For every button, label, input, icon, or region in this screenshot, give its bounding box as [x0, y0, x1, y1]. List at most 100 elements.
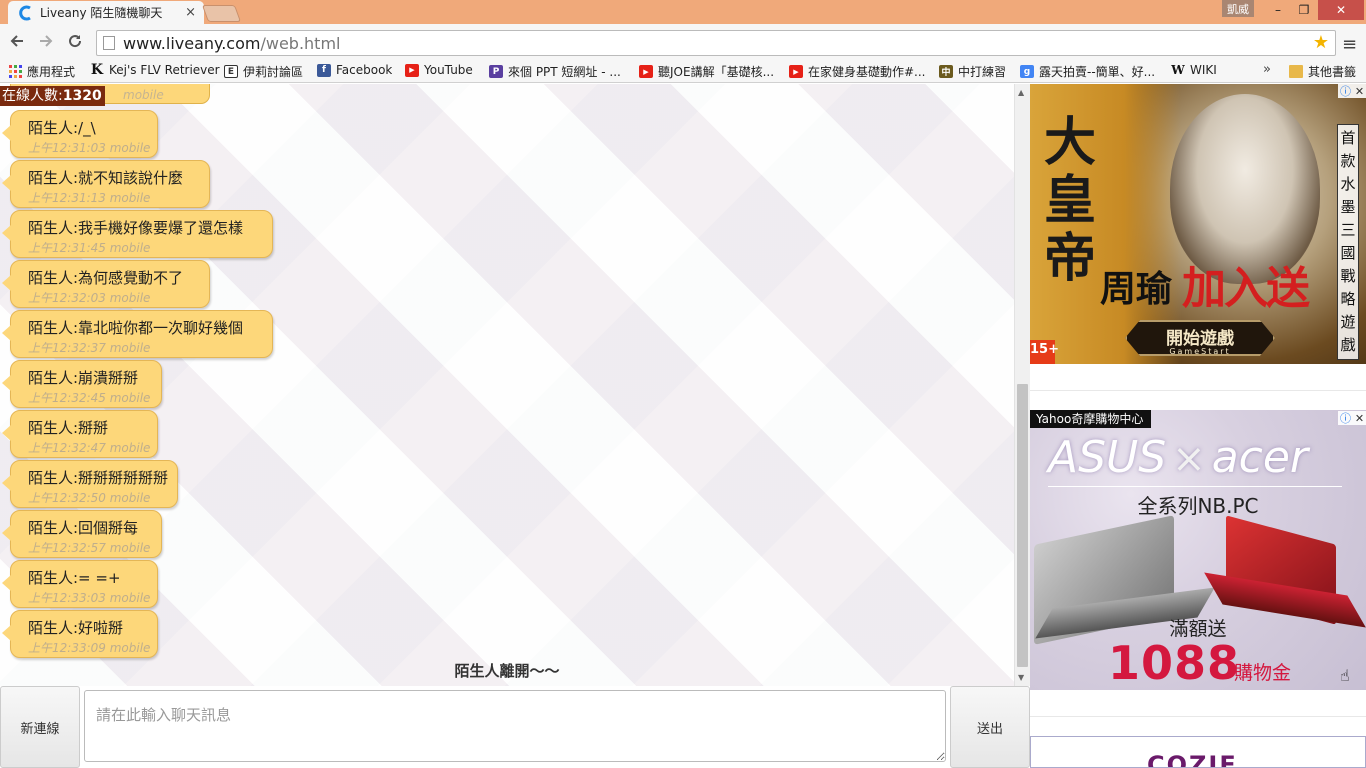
online-count-badge: 在線人數:1320	[0, 86, 105, 106]
bookmark-ruten[interactable]: g 露天拍賣--簡單、好...	[1020, 63, 1160, 80]
online-label: 在線人數:	[2, 88, 63, 104]
title-bar: Liveany 陌生隨機聊天 × 凱威 – ❐ ✕	[0, 0, 1366, 24]
message-text: 陌生人:就不知該說什麼	[28, 169, 184, 187]
message-time: 上午12:32:57 mobile	[28, 541, 151, 555]
scrollbar-thumb[interactable]	[1017, 384, 1028, 667]
game-ad-banner[interactable]: 大皇帝 周瑜 加入送 首款水墨三國戰略遊戲 開始遊戲 GameStart 15+	[1030, 84, 1366, 364]
message-text: 陌生人:好啦掰	[28, 619, 124, 637]
bookmark-star-icon[interactable]: ★	[1313, 32, 1329, 53]
ad-game-title: 大皇帝	[1044, 112, 1097, 289]
ad-choices-icon[interactable]: ⓘ ✕	[1338, 84, 1366, 98]
close-window-button[interactable]: ✕	[1318, 0, 1364, 20]
message-text: 陌生人:= =+	[28, 569, 121, 587]
back-arrow-icon[interactable]	[7, 31, 27, 51]
bookmark-facebook[interactable]: f Facebook	[317, 63, 392, 77]
browser-tab-active[interactable]: Liveany 陌生隨機聊天 ×	[8, 1, 204, 24]
new-tab-button[interactable]	[201, 5, 242, 22]
tab-title: Liveany 陌生隨機聊天	[40, 6, 163, 20]
message-time: 上午12:33:03 mobile	[28, 591, 151, 605]
message-time: 上午12:32:50 mobile	[28, 491, 151, 505]
chat-log[interactable]: mobile 在線人數:1320 陌生人:/_\ 上午12:31:03 mobi…	[0, 84, 1014, 686]
ad-highlight-text: 加入送	[1182, 263, 1310, 314]
scroll-down-arrow-icon[interactable]: ▼	[1018, 673, 1024, 682]
folder-icon	[1289, 65, 1303, 78]
message-text: 陌生人:回個掰每	[28, 519, 139, 537]
message-time: 上午12:31:03 mobile	[28, 141, 151, 155]
bookmark-label: 應用程式	[27, 65, 76, 79]
reload-icon[interactable]	[65, 31, 85, 51]
ad-choices-icon[interactable]: ⓘ ✕	[1338, 411, 1366, 425]
ppt-logo-icon: P	[489, 65, 503, 78]
message-bubble: 陌生人:崩潰掰掰 上午12:32:45 mobile	[2, 360, 162, 408]
bookmark-label: 中打練習	[958, 65, 1007, 79]
bookmark-label: YouTube	[424, 63, 473, 77]
bookmark-label: Kej's FLV Retriever	[109, 63, 220, 77]
message-text: 陌生人:崩潰掰掰	[28, 369, 139, 387]
ad-amount-unit: 購物金	[1234, 662, 1292, 684]
mouse-pointer-hand-icon: ☝	[1340, 666, 1350, 685]
message-time: 上午12:32:03 mobile	[28, 291, 151, 305]
message-bubble: 陌生人:好啦掰 上午12:33:09 mobile	[2, 610, 158, 658]
bookmark-wiki[interactable]: W WIKI	[1171, 63, 1217, 77]
message-text: 陌生人:/_\	[28, 119, 96, 137]
stranger-left-notice: 陌生人離開〜〜	[454, 662, 560, 680]
typing-icon: 中	[939, 65, 953, 78]
menu-hamburger-icon[interactable]: ≡	[1342, 34, 1357, 55]
minimize-button[interactable]: –	[1264, 0, 1292, 20]
apps-grid-icon	[8, 65, 22, 78]
bookmark-fitness-video[interactable]: ▶ 在家健身基礎動作#...	[789, 63, 927, 80]
ad-vertical-slogan: 首款水墨三國戰略遊戲	[1337, 124, 1359, 360]
shopping-ad-banner[interactable]: Yahoo奇摩購物中心 ASUS × acer 全系列NB.PC 滿額送 1088 …	[1030, 410, 1366, 690]
message-time: 上午12:32:47 mobile	[28, 441, 151, 455]
profile-user-badge[interactable]: 凱威	[1222, 0, 1254, 17]
bookmark-ppt-short-url[interactable]: P 來個 PPT 短網址 - ...	[489, 63, 621, 80]
bookmarks-overflow-chevron[interactable]: »	[1263, 62, 1271, 77]
scroll-up-arrow-icon[interactable]: ▲	[1018, 88, 1024, 97]
address-bar[interactable]: www.liveany.com/web.html ★	[96, 30, 1336, 56]
liveany-logo-icon	[18, 5, 34, 21]
message-bubble: 陌生人:回個掰每 上午12:32:57 mobile	[2, 510, 162, 558]
forward-arrow-icon[interactable]	[36, 31, 56, 51]
youtube-icon: ▶	[639, 65, 653, 78]
bookmark-other-folder[interactable]: 其他書籤	[1289, 63, 1356, 80]
send-button[interactable]: 送出	[950, 686, 1030, 768]
bookmark-youtube[interactable]: ▶ YouTube	[405, 63, 473, 77]
bookmark-joe-video[interactable]: ▶ 聽JOE講解「基礎核...	[639, 63, 777, 80]
age-rating-badge: 15+	[1030, 340, 1059, 364]
youtube-icon: ▶	[789, 65, 803, 78]
message-bubble: 陌生人:掰掰 上午12:32:47 mobile	[2, 410, 158, 458]
bookmark-label: 露天拍賣--簡單、好...	[1039, 65, 1156, 79]
google-icon: g	[1020, 65, 1034, 78]
divider	[1030, 716, 1366, 717]
chat-scrollbar[interactable]: ▲ ▼	[1014, 84, 1030, 686]
maximize-button[interactable]: ❐	[1290, 0, 1318, 20]
message-time: 上午12:32:37 mobile	[28, 341, 151, 355]
bookmark-label: 伊莉討論區	[243, 65, 304, 79]
ad-character-name: 周瑜	[1100, 268, 1173, 310]
message-bubble: 陌生人:為何感覺動不了 上午12:32:03 mobile	[2, 260, 210, 308]
ad-brand-line: ASUS × acer	[1048, 432, 1308, 483]
message-time: 上午12:32:45 mobile	[28, 391, 151, 405]
brand-x-separator: ×	[1172, 436, 1206, 482]
message-bubble: 陌生人:= =+ 上午12:33:03 mobile	[2, 560, 158, 608]
bookmark-kej-flv[interactable]: K Kej's FLV Retriever	[90, 63, 220, 77]
bookmarks-bar: 應用程式 K Kej's FLV Retriever E 伊莉討論區 f Facebo…	[0, 59, 1366, 83]
message-text: 陌生人:為何感覺動不了	[28, 269, 184, 287]
bookmark-apps[interactable]: 應用程式	[8, 63, 75, 80]
chat-message-input[interactable]	[84, 690, 946, 762]
third-ad-banner[interactable]: COZIE	[1030, 736, 1366, 768]
tab-close-icon[interactable]: ×	[185, 5, 196, 20]
wikipedia-icon: W	[1171, 63, 1185, 77]
bookmark-label: 其他書籤	[1308, 65, 1357, 79]
bookmark-typing-practice[interactable]: 中中打練習	[939, 63, 1006, 80]
page-icon	[103, 36, 115, 50]
new-connection-button[interactable]: 新連線	[0, 686, 80, 768]
message-bubble: 陌生人:靠北啦你都一次聊好幾個 上午12:32:37 mobile	[2, 310, 273, 358]
bookmark-label: Facebook	[336, 63, 393, 77]
ad-cta-label: 開始遊戲	[1166, 329, 1234, 349]
ad-start-game-button[interactable]: 開始遊戲 GameStart	[1125, 320, 1275, 356]
brand-acer: acer	[1211, 432, 1309, 483]
message-text: 陌生人:掰掰	[28, 419, 109, 437]
url-path: /web.html	[260, 33, 341, 53]
bookmark-eyny[interactable]: E 伊莉討論區	[224, 63, 303, 80]
